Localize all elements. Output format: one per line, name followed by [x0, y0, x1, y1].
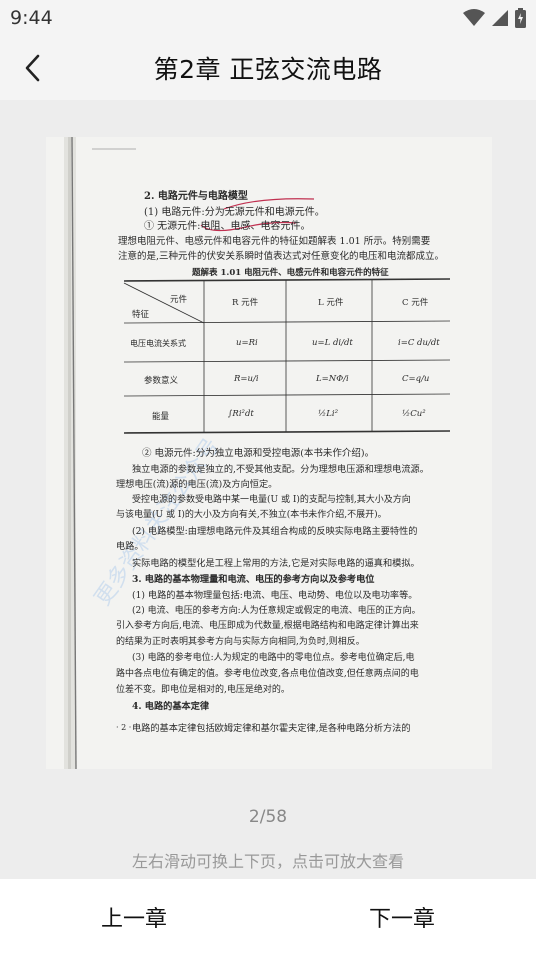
doc-line: (1) 电路元件:分为无源元件和电源元件。 [144, 207, 325, 218]
document-page-image[interactable]: 更多资料关注公众号 2. 电路元件与电路模型 (1) 电路元件:分为无源元件和电… [46, 137, 492, 769]
doc-paragraph: (2) 电路模型:由理想电路元件及其组合构成的反映实际电路主要特性的 [132, 526, 418, 537]
doc-paragraph: 电路的基本定律包括欧姆定律和基尔霍夫定律,是各种电路分析方法的 [132, 723, 411, 734]
cellular-signal-icon [492, 10, 508, 26]
table-cell: i=C du/dt [398, 338, 440, 348]
table-cell: C=q/u [402, 374, 430, 384]
doc-paragraph: 理想电压(流)源的电压(流)及方向恒定。 [116, 479, 278, 490]
table-cell: ½Li² [318, 409, 339, 419]
battery-icon [515, 8, 526, 28]
doc-paragraph: 独立电源的参数是独立的,不受其他支配。分为理想电压源和理想电流源。 [132, 464, 429, 475]
status-icons [463, 8, 526, 28]
doc-paragraph: 受控电源的参数受电路中某一电量(U 或 I)的支配与控制,其大小及方向 [132, 495, 411, 505]
chevron-left-icon [25, 54, 40, 82]
table-caption: 题解表 1.01 电阻元件、电感元件和电容元件的特征 [192, 268, 389, 278]
doc-paragraph: (2) 电流、电压的参考方向:人为任意规定或假定的电流、电压的正方向。 [132, 606, 421, 616]
doc-heading: 2. 电路元件与电路模型 [144, 191, 248, 202]
wifi-icon [463, 9, 485, 26]
back-button[interactable] [18, 52, 50, 84]
doc-paragraph: 路中各点电位有确定的值。参考电位改变,各点电位值改变,但任意两点间的电 [116, 669, 419, 679]
table-row-label: 能量 [152, 412, 170, 422]
prev-chapter-button[interactable]: 上一章 [0, 879, 268, 954]
doc-paragraph: 引入参考方向后,电流、电压即成为代数量,根据电路结构和电路定律计算出来 [116, 621, 419, 631]
table-header-element: 元件 [170, 295, 188, 305]
table-header-feature: 特征 [132, 310, 150, 320]
doc-paragraph: 4. 电路的基本定律 [132, 701, 210, 712]
doc-paragraph: 电路。 [116, 541, 144, 552]
status-time: 9:44 [10, 7, 53, 29]
doc-paragraph: 实际电路的模型化是工程上常用的方法,它是对实际电路的逼真和模拟。 [132, 558, 420, 569]
page-indicator: 2/58 [248, 807, 288, 827]
table-row-label: 电压电流关系式 [130, 339, 186, 348]
table-cell: L=NΦ/i [316, 374, 349, 384]
status-bar: 9:44 [0, 0, 536, 36]
swipe-hint: 左右滑动可换上下页，点击可放大查看 [131, 852, 404, 871]
table-cell: ½Cu² [402, 409, 426, 419]
doc-paragraph: 位差不变。即电位是相对的,电压是绝对的。 [116, 685, 290, 695]
table-cell: u=Ri [236, 338, 258, 348]
doc-paragraph: (3) 电路的参考电位:人为规定的电路中的零电位点。参考电位确定后,电 [132, 653, 415, 663]
next-chapter-button[interactable]: 下一章 [268, 879, 536, 954]
chapter-nav-bar: 上一章 下一章 [0, 879, 536, 954]
doc-paragraph: 3. 电路的基本物理量和电流、电压的参考方向以及参考电位 [132, 574, 375, 585]
table-col-c: C 元件 [402, 298, 429, 308]
page-number: · 2 · [116, 723, 132, 732]
doc-line: 理想电阻元件、电感元件和电容元件的特征如题解表 1.01 所示。特别需要 [118, 236, 431, 247]
doc-line: ① 无源元件:电阻、电感、电容元件。 [144, 221, 311, 232]
doc-paragraph: ② 电源元件:分为独立电源和受控电源(本书未作介绍)。 [142, 448, 375, 459]
table-cell: ∫Ri²dt [228, 409, 254, 419]
table-cell: u=L di/dt [312, 338, 353, 348]
page-title: 第2章 正弦交流电路 [153, 55, 383, 84]
app-header: 第2章 正弦交流电路 [0, 36, 536, 100]
table-cell: R=u/i [234, 374, 259, 384]
doc-paragraph: (1) 电路的基本物理量包括:电流、电压、电动势、电位以及电功率等。 [132, 590, 418, 601]
doc-line: 注意的是,三种元件的伏安关系瞬时值表达式对任意变化的电压和电流都成立。 [118, 251, 445, 262]
doc-paragraph: 与该电量(U 或 I)的大小及方向有关,不独立(本书未作介绍,不展开)。 [116, 510, 387, 520]
doc-paragraph: 的结果为正时表明其参考方向与实际方向相同,为负时,则相反。 [116, 637, 365, 647]
table-row-label: 参数意义 [144, 376, 179, 386]
table-col-l: L 元件 [318, 298, 344, 308]
table-col-r: R 元件 [232, 298, 259, 308]
